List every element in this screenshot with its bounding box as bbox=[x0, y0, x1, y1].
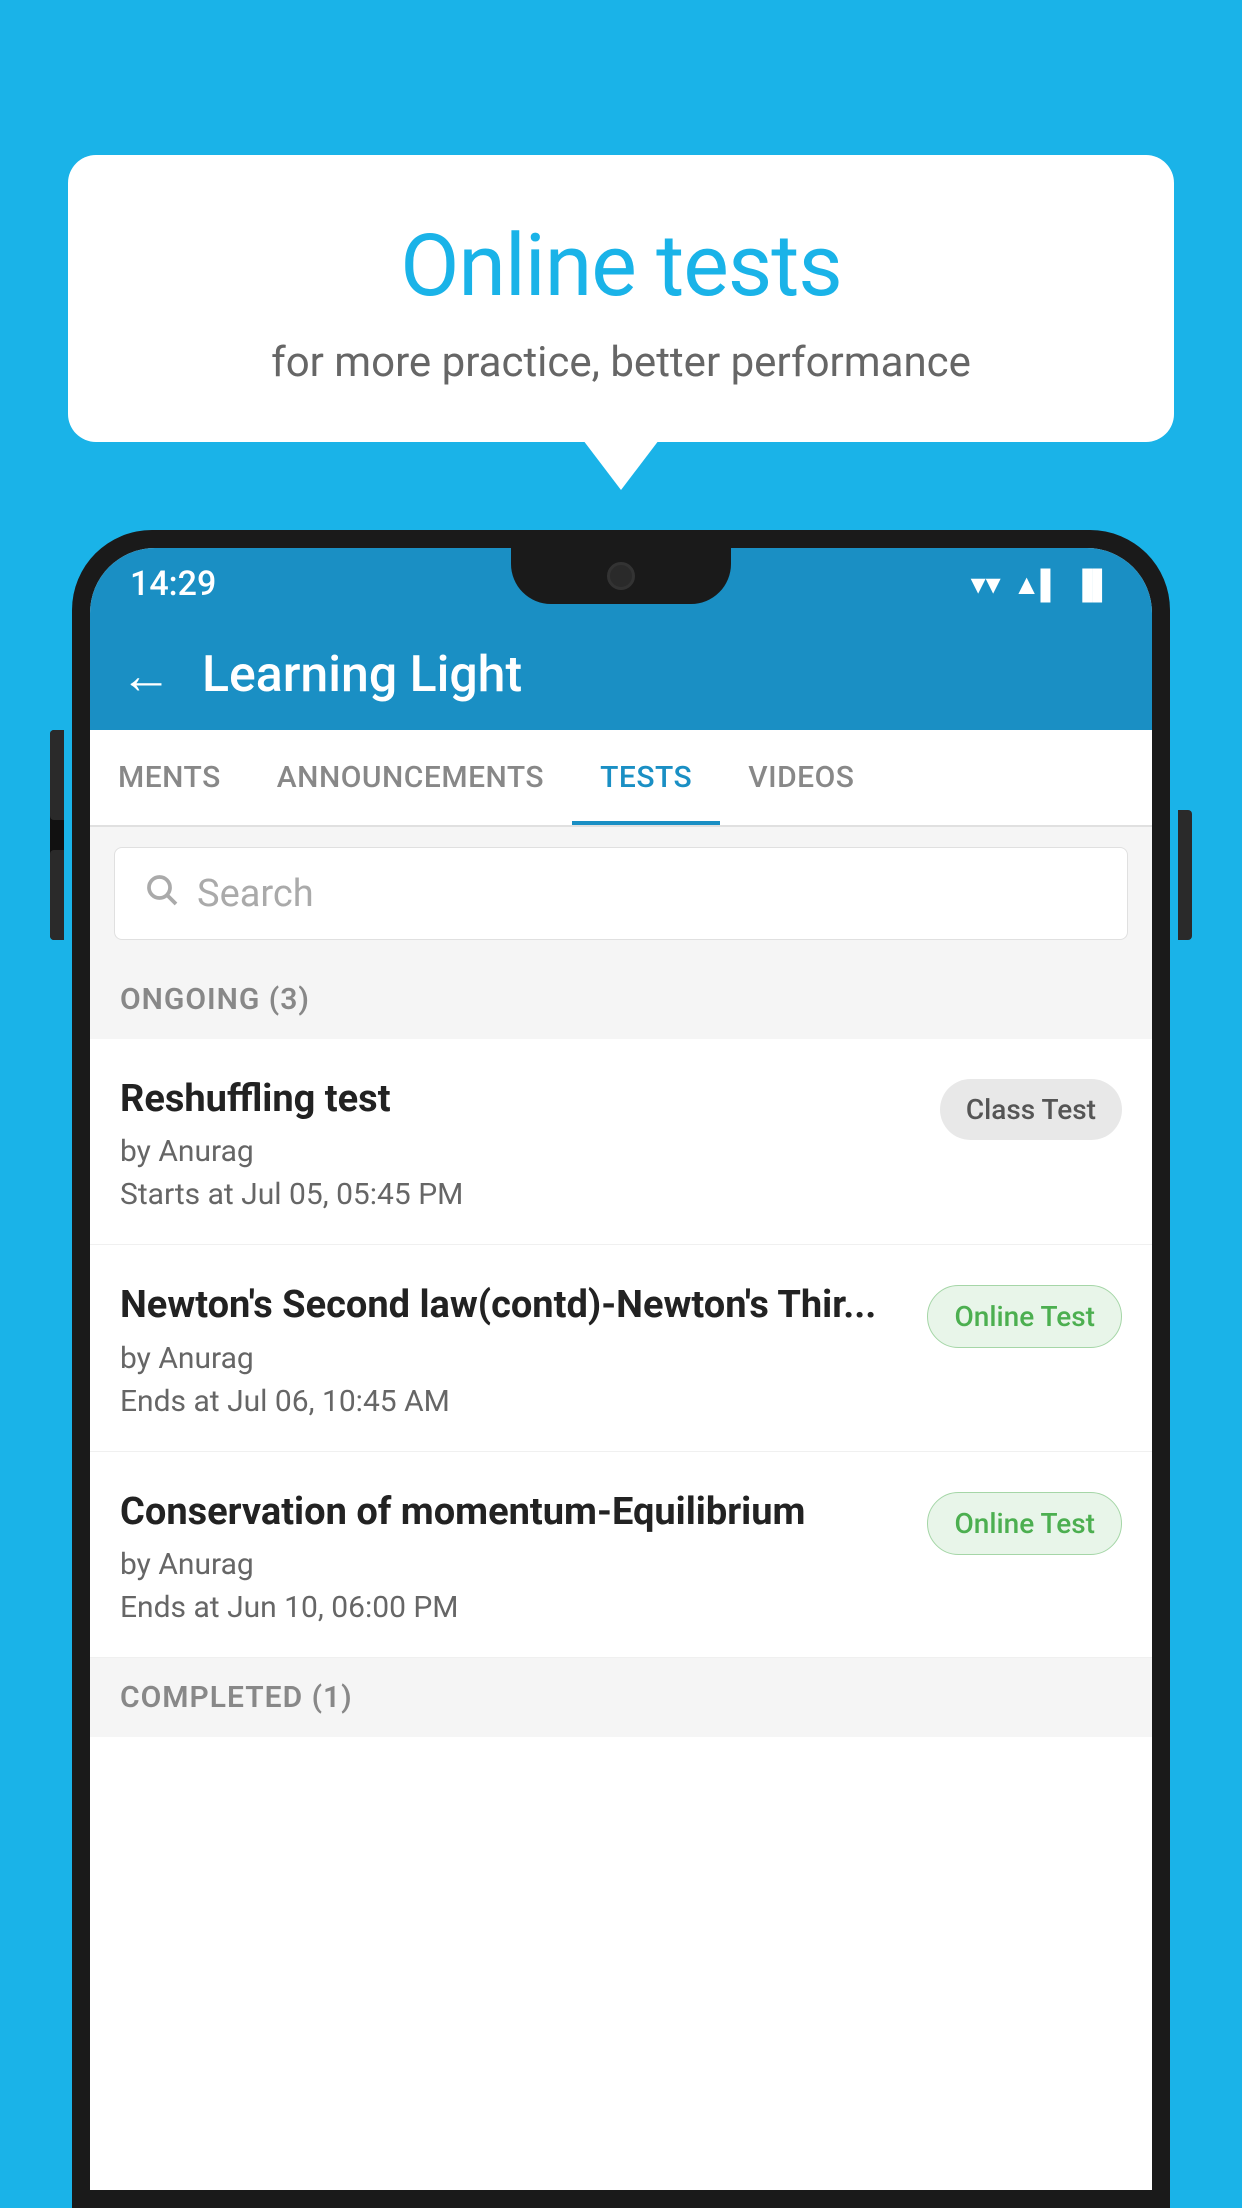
test-info-1: Reshuffling test by Anurag Starts at Jul… bbox=[120, 1075, 940, 1212]
test-time-1: Starts at Jul 05, 05:45 PM bbox=[120, 1177, 920, 1212]
test-time-3: Ends at Jun 10, 06:00 PM bbox=[120, 1590, 907, 1625]
test-badge-2: Online Test bbox=[927, 1285, 1122, 1348]
test-badge-1: Class Test bbox=[940, 1079, 1122, 1140]
search-input[interactable]: Search bbox=[197, 872, 314, 916]
test-time-2: Ends at Jul 06, 10:45 AM bbox=[120, 1384, 907, 1419]
volume-down-button[interactable] bbox=[50, 850, 64, 940]
test-author-2: by Anurag bbox=[120, 1341, 907, 1376]
test-badge-3: Online Test bbox=[927, 1492, 1122, 1555]
status-icons: ▾▾ ▲▌ ▐▌ bbox=[971, 567, 1112, 602]
tab-announcements[interactable]: ANNOUNCEMENTS bbox=[249, 730, 572, 825]
search-container: Search bbox=[90, 827, 1152, 960]
test-info-3: Conservation of momentum-Equilibrium by … bbox=[120, 1488, 927, 1625]
phone-side-left bbox=[50, 730, 64, 940]
app-title: Learning Light bbox=[202, 646, 522, 704]
tab-videos[interactable]: VIDEOS bbox=[720, 730, 882, 825]
speech-bubble-container: Online tests for more practice, better p… bbox=[68, 155, 1174, 442]
battery-icon: ▐▌ bbox=[1072, 568, 1112, 601]
phone-screen: 14:29 ▾▾ ▲▌ ▐▌ ← Learning Light MENTS AN… bbox=[90, 548, 1152, 2190]
tab-tests[interactable]: TESTS bbox=[572, 730, 720, 825]
test-info-2: Newton's Second law(contd)-Newton's Thir… bbox=[120, 1281, 927, 1418]
tabs-container: MENTS ANNOUNCEMENTS TESTS VIDEOS bbox=[90, 730, 1152, 827]
ongoing-section-header: ONGOING (3) bbox=[90, 960, 1152, 1039]
test-list: Reshuffling test by Anurag Starts at Jul… bbox=[90, 1039, 1152, 1658]
phone-notch bbox=[511, 548, 731, 604]
app-header: ← Learning Light bbox=[90, 620, 1152, 730]
test-name-2: Newton's Second law(contd)-Newton's Thir… bbox=[120, 1281, 907, 1330]
power-button[interactable] bbox=[1178, 810, 1192, 940]
wifi-icon: ▾▾ bbox=[971, 567, 1001, 602]
front-camera bbox=[607, 562, 635, 590]
test-author-3: by Anurag bbox=[120, 1547, 907, 1582]
signal-icon: ▲▌ bbox=[1013, 568, 1061, 601]
test-item-1[interactable]: Reshuffling test by Anurag Starts at Jul… bbox=[90, 1039, 1152, 1245]
phone-outer: 14:29 ▾▾ ▲▌ ▐▌ ← Learning Light MENTS AN… bbox=[72, 530, 1170, 2208]
test-author-1: by Anurag bbox=[120, 1134, 920, 1169]
test-item-2[interactable]: Newton's Second law(contd)-Newton's Thir… bbox=[90, 1245, 1152, 1451]
volume-up-button[interactable] bbox=[50, 730, 64, 820]
test-name-1: Reshuffling test bbox=[120, 1075, 920, 1124]
back-button[interactable]: ← bbox=[120, 645, 172, 706]
search-icon bbox=[143, 870, 179, 917]
speech-bubble: Online tests for more practice, better p… bbox=[68, 155, 1174, 442]
tab-ments[interactable]: MENTS bbox=[90, 730, 249, 825]
completed-title: COMPLETED (1) bbox=[120, 1680, 353, 1715]
test-item-3[interactable]: Conservation of momentum-Equilibrium by … bbox=[90, 1452, 1152, 1658]
search-bar[interactable]: Search bbox=[114, 847, 1128, 940]
test-name-3: Conservation of momentum-Equilibrium bbox=[120, 1488, 907, 1537]
status-time: 14:29 bbox=[130, 564, 216, 604]
ongoing-title: ONGOING (3) bbox=[120, 982, 310, 1017]
completed-section-header: COMPLETED (1) bbox=[90, 1658, 1152, 1737]
bubble-subtitle: for more practice, better performance bbox=[148, 338, 1094, 387]
phone-frame: 14:29 ▾▾ ▲▌ ▐▌ ← Learning Light MENTS AN… bbox=[72, 530, 1170, 2208]
bubble-title: Online tests bbox=[148, 215, 1094, 316]
